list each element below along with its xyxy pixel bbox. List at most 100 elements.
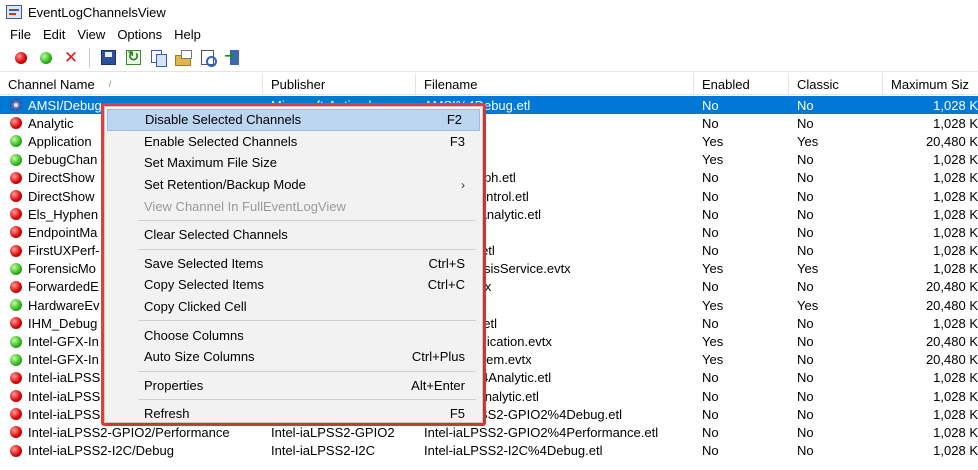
menu-separator <box>138 248 476 250</box>
cell-classic: Yes <box>797 297 819 313</box>
channel-name-text: Analytic <box>28 115 74 131</box>
menu-item-shortcut: Ctrl+C <box>427 277 465 293</box>
disabled-status-icon <box>10 390 22 403</box>
title-bar: EventLogChannelsView <box>0 0 978 24</box>
cell-classic: No <box>797 279 814 295</box>
menu-item-copy-selected-items[interactable]: Copy Selected Items Ctrl+C <box>105 274 482 296</box>
cell-max-size: 20,480 K <box>925 334 978 350</box>
cell-enabled: Yes <box>702 133 724 149</box>
cell-classic: Yes <box>797 261 819 277</box>
cell-channel-name: Intel-iaLPSS2-I2C/Debug <box>0 442 263 460</box>
cell-classic: Yes <box>797 133 819 149</box>
cell-classic: No <box>797 443 814 459</box>
menu-bar: File Edit View Options Help <box>0 24 978 44</box>
cell-enabled: No <box>702 243 719 259</box>
column-classic[interactable]: Classic <box>789 73 883 95</box>
cell-max-size: 20,480 K <box>925 279 978 295</box>
channel-name-text: ForensicMo <box>28 261 96 277</box>
cell-max-size: 1,028 K <box>933 261 978 277</box>
cell-enabled: No <box>702 315 719 331</box>
find-button[interactable] <box>197 47 219 69</box>
column-header: Channel Name / Publisher Filename Enable… <box>0 73 978 95</box>
menu-item-set-retention-backup-mode[interactable]: Set Retention/Backup Mode › <box>105 174 482 196</box>
cell-enabled: Yes <box>702 352 724 368</box>
menu-separator <box>138 399 476 401</box>
cell-max-size: 1,028 K <box>933 424 978 440</box>
refresh-button[interactable] <box>122 47 144 69</box>
channel-name-text: Els_Hyphen <box>28 206 99 222</box>
cell-classic: No <box>797 424 814 440</box>
menu-file[interactable]: File <box>4 27 37 42</box>
cell-enabled: No <box>702 388 719 404</box>
cell-classic: No <box>797 97 814 113</box>
menu-item-label: Refresh <box>144 406 190 422</box>
enable-channel-button[interactable] <box>35 47 57 69</box>
cell-max-size: 20,480 K <box>925 352 978 368</box>
menu-item-shortcut: Ctrl+Plus <box>411 349 465 365</box>
cell-enabled: Yes <box>702 334 724 350</box>
menu-item-enable-selected-channels[interactable]: Enable Selected Channels F3 <box>105 131 482 153</box>
context-menu: Disable Selected Channels F2 Enable Select… <box>104 106 483 423</box>
menu-item-clear-selected-channels[interactable]: Clear Selected Channels <box>105 224 482 246</box>
menu-item-properties[interactable]: Properties Alt+Enter <box>105 375 482 397</box>
cell-classic: No <box>797 224 814 240</box>
menu-item-set-maximum-file-size[interactable]: Set Maximum File Size <box>105 152 482 174</box>
cell-max-size: 1,028 K <box>933 97 978 113</box>
menu-separator <box>138 320 476 322</box>
channel-name-text: HardwareEv <box>28 297 100 313</box>
cell-channel-name: Intel-iaLPSS2-GPIO2/Performance <box>0 423 263 441</box>
menu-edit[interactable]: Edit <box>37 27 71 42</box>
menu-item-save-selected-items[interactable]: Save Selected Items Ctrl+S <box>105 253 482 275</box>
menu-item-shortcut: F3 <box>449 133 465 149</box>
toolbar-separator <box>89 47 90 68</box>
column-maximum-size[interactable]: Maximum Siz <box>883 73 978 95</box>
disable-channel-button[interactable] <box>10 47 32 69</box>
disabled-status-icon <box>10 444 22 457</box>
cell-max-size: 1,028 K <box>933 152 978 168</box>
menu-item-label: Enable Selected Channels <box>144 133 298 149</box>
cell-enabled: No <box>702 115 719 131</box>
menu-item-copy-clicked-cell[interactable]: Copy Clicked Cell <box>105 296 482 318</box>
cell-max-size: 1,028 K <box>933 243 978 259</box>
table-row[interactable]: Intel-iaLPSS2-GPIO2/Performance Intel-iaL… <box>0 423 978 441</box>
toolbar: ✕ <box>0 44 978 72</box>
menu-item-disable-selected-channels[interactable]: Disable Selected Channels F2 <box>107 109 480 131</box>
column-enabled[interactable]: Enabled <box>694 73 789 95</box>
cell-max-size: 1,028 K <box>933 443 978 459</box>
copy-button[interactable] <box>147 47 169 69</box>
menu-item-auto-size-columns[interactable]: Auto Size Columns Ctrl+Plus <box>105 346 482 368</box>
menu-help[interactable]: Help <box>168 27 207 42</box>
column-filename[interactable]: Filename <box>416 73 694 95</box>
cell-classic: No <box>797 152 814 168</box>
menu-item-shortcut: Alt+Enter <box>411 377 465 393</box>
column-label: Publisher <box>271 76 326 92</box>
cell-max-size: 20,480 K <box>925 297 978 313</box>
menu-view[interactable]: View <box>71 27 111 42</box>
menu-options[interactable]: Options <box>111 27 168 42</box>
app-icon <box>6 5 22 19</box>
cell-classic: No <box>797 388 814 404</box>
clear-channel-button[interactable]: ✕ <box>60 47 82 69</box>
cell-enabled: No <box>702 206 719 222</box>
cell-enabled: No <box>702 188 719 204</box>
menu-item-choose-columns[interactable]: Choose Columns <box>105 324 482 346</box>
cell-enabled: No <box>702 443 719 459</box>
menu-separator <box>138 219 476 221</box>
cell-publisher: Intel-iaLPSS2-I2C <box>271 443 376 459</box>
menu-item-label: View Channel In FullEventLogView <box>144 198 346 214</box>
cell-max-size: 1,028 K <box>933 224 978 240</box>
menu-item-refresh[interactable]: Refresh F5 <box>105 403 482 425</box>
properties-button[interactable] <box>172 47 194 69</box>
channel-name-text: AMSI/Debug <box>28 97 102 113</box>
table-row[interactable]: Intel-iaLPSS2-I2C/Debug Intel-iaLPSS2-I2C… <box>0 442 978 460</box>
green-circle-icon <box>40 51 52 64</box>
save-button[interactable] <box>97 47 119 69</box>
column-publisher[interactable]: Publisher <box>263 73 416 95</box>
disabled-status-icon <box>10 190 22 203</box>
channel-name-text: IHM_Debug <box>28 315 98 331</box>
exit-button[interactable] <box>222 47 244 69</box>
cell-enabled: No <box>702 370 719 386</box>
channel-name-text: EndpointMa <box>28 224 98 240</box>
properties-icon <box>175 50 192 66</box>
column-channel-name[interactable]: Channel Name / <box>0 73 263 95</box>
